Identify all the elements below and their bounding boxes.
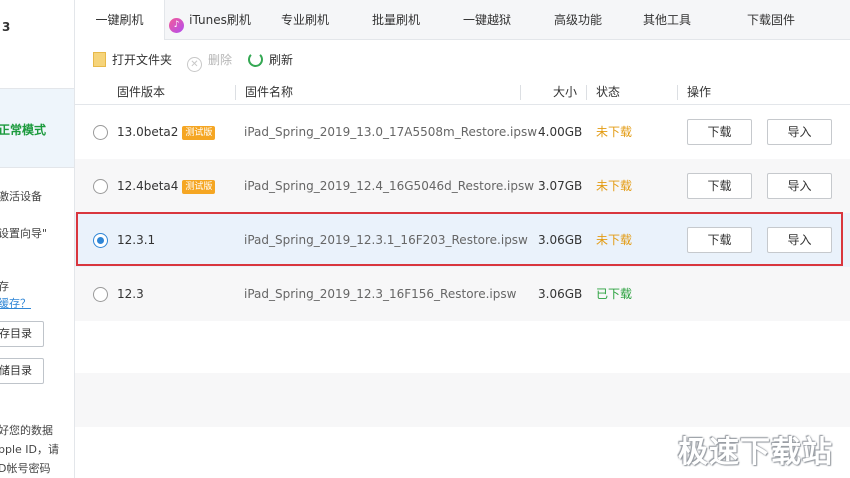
toolbar: 打开文件夹 ✕ 删除 刷新: [75, 40, 850, 80]
firmware-radio[interactable]: [93, 287, 108, 302]
sidebar-cache-link[interactable]: 缓存？: [0, 295, 31, 311]
sidebar-cache-label: 存: [0, 278, 9, 294]
beta-badge: 测试版: [182, 180, 216, 194]
import-button[interactable]: 导入: [767, 227, 832, 253]
open-folder-label: 打开文件夹: [112, 53, 173, 67]
firmware-radio[interactable]: [93, 179, 108, 194]
firmware-filename: iPad_Spring_2019_13.0_17A5508m_Restore.i…: [244, 125, 538, 139]
tab-label: 一键刷机: [95, 13, 144, 27]
tab-label: iTunes刷机: [189, 13, 251, 27]
firmware-status: 已下载: [596, 287, 633, 301]
sidebar-top-label: 3: [2, 20, 11, 34]
refresh-icon: [248, 52, 263, 67]
firmware-table-header: 固件版本 固件名称 大小 状态 操作: [75, 80, 850, 105]
empty-table-row: [75, 373, 850, 427]
beta-badge: 测试版: [182, 126, 216, 140]
tab-one-click-jailbreak[interactable]: 一键越狱: [437, 0, 537, 40]
firmware-filename: iPad_Spring_2019_12.4_16G5046d_Restore.i…: [244, 179, 535, 193]
firmware-filename: iPad_Spring_2019_12.3.1_16F203_Restore.i…: [244, 233, 528, 247]
download-button[interactable]: 下载: [687, 227, 752, 253]
firmware-status: 未下载: [596, 125, 633, 139]
sidebar: 3 正常模式 激活设备 设置向导" 存 缓存？ 存目录 储目录 好您的数据 pp…: [0, 0, 75, 478]
tab-one-click-flash[interactable]: 一键刷机: [75, 0, 165, 41]
import-button[interactable]: 导入: [767, 119, 832, 145]
column-divider[interactable]: [520, 85, 521, 100]
firmware-filename: iPad_Spring_2019_12.3_16F156_Restore.ips…: [244, 287, 517, 301]
column-divider[interactable]: [677, 85, 678, 100]
tab-label: 其他工具: [642, 13, 691, 27]
tab-label: 批量刷机: [371, 13, 420, 27]
refresh-button[interactable]: 刷新: [248, 51, 293, 69]
tab-advanced[interactable]: 高级功能: [537, 0, 619, 40]
firmware-version: 12.3.1: [117, 233, 156, 247]
column-divider[interactable]: [235, 85, 236, 100]
column-divider[interactable]: [586, 85, 587, 100]
tab-label: 一键越狱: [462, 13, 511, 27]
firmware-version: 12.4beta4 测试版: [117, 159, 216, 213]
itunes-icon: ♪: [169, 18, 185, 33]
column-header-status[interactable]: 状态: [596, 80, 620, 105]
sidebar-storage-dir-button[interactable]: 储目录: [0, 358, 44, 384]
column-header-size[interactable]: 大小: [553, 80, 577, 105]
firmware-size: 3.06GB: [538, 287, 583, 301]
app-window: 3 正常模式 激活设备 设置向导" 存 缓存？ 存目录 储目录 好您的数据 pp…: [0, 0, 850, 478]
folder-icon: [93, 52, 106, 67]
tab-batch-flash[interactable]: 批量刷机: [355, 0, 437, 40]
tab-pro-flash[interactable]: 专业刷机: [255, 0, 355, 40]
sidebar-setup-wizard[interactable]: 设置向导": [0, 225, 47, 241]
firmware-status: 未下载: [596, 233, 633, 247]
sidebar-note-1: 好您的数据: [0, 424, 53, 437]
download-button[interactable]: 下载: [687, 119, 752, 145]
firmware-radio-checked[interactable]: [93, 233, 108, 248]
main-tabs: 一键刷机 ♪ iTunes刷机 专业刷机 批量刷机 一键越狱 高级功能 其他工具 …: [75, 0, 850, 41]
firmware-size: 4.00GB: [538, 125, 583, 139]
firmware-size: 3.07GB: [538, 179, 583, 193]
firmware-version: 13.0beta2 测试版: [117, 105, 216, 159]
open-folder-button[interactable]: 打开文件夹: [93, 51, 172, 69]
device-status-panel: 正常模式: [0, 88, 74, 168]
column-header-name[interactable]: 固件名称: [245, 80, 293, 105]
firmware-row[interactable]: 12.3 iPad_Spring_2019_12.3_16F156_Restor…: [75, 267, 850, 321]
tab-download-firmware[interactable]: 下载固件: [715, 0, 827, 40]
column-header-version[interactable]: 固件版本: [117, 80, 165, 105]
tab-label: 下载固件: [746, 13, 795, 27]
sidebar-activate-device[interactable]: 激活设备: [0, 188, 42, 204]
tab-label: 高级功能: [553, 13, 602, 27]
watermark: 极速下载站: [678, 435, 833, 470]
delete-button[interactable]: ✕ 删除: [187, 51, 233, 72]
firmware-row-selected[interactable]: 12.3.1 iPad_Spring_2019_12.3.1_16F203_Re…: [75, 213, 850, 267]
column-header-actions: 操作: [687, 85, 712, 99]
tab-itunes-flash[interactable]: ♪ iTunes刷机: [165, 0, 255, 40]
delete-icon: ✕: [187, 57, 202, 72]
download-button[interactable]: 下载: [687, 173, 752, 199]
sidebar-note-2: pple ID，请: [0, 443, 59, 456]
delete-label: 删除: [208, 53, 233, 67]
firmware-status: 未下载: [596, 179, 633, 193]
refresh-label: 刷新: [269, 53, 294, 67]
firmware-row[interactable]: 13.0beta2 测试版 iPad_Spring_2019_13.0_17A55…: [75, 105, 850, 159]
firmware-size: 3.06GB: [538, 233, 583, 247]
sidebar-note-3: D帐号密码: [0, 462, 51, 475]
device-status-text: 正常模式: [0, 123, 47, 137]
firmware-version: 12.3: [117, 287, 144, 301]
import-button[interactable]: 导入: [767, 173, 832, 199]
firmware-row[interactable]: 12.4beta4 测试版 iPad_Spring_2019_12.4_16G50…: [75, 159, 850, 213]
tab-label: 专业刷机: [280, 13, 329, 27]
sidebar-cache-dir-button[interactable]: 存目录: [0, 321, 44, 347]
tab-other-tools[interactable]: 其他工具: [619, 0, 715, 40]
firmware-radio[interactable]: [93, 125, 108, 140]
